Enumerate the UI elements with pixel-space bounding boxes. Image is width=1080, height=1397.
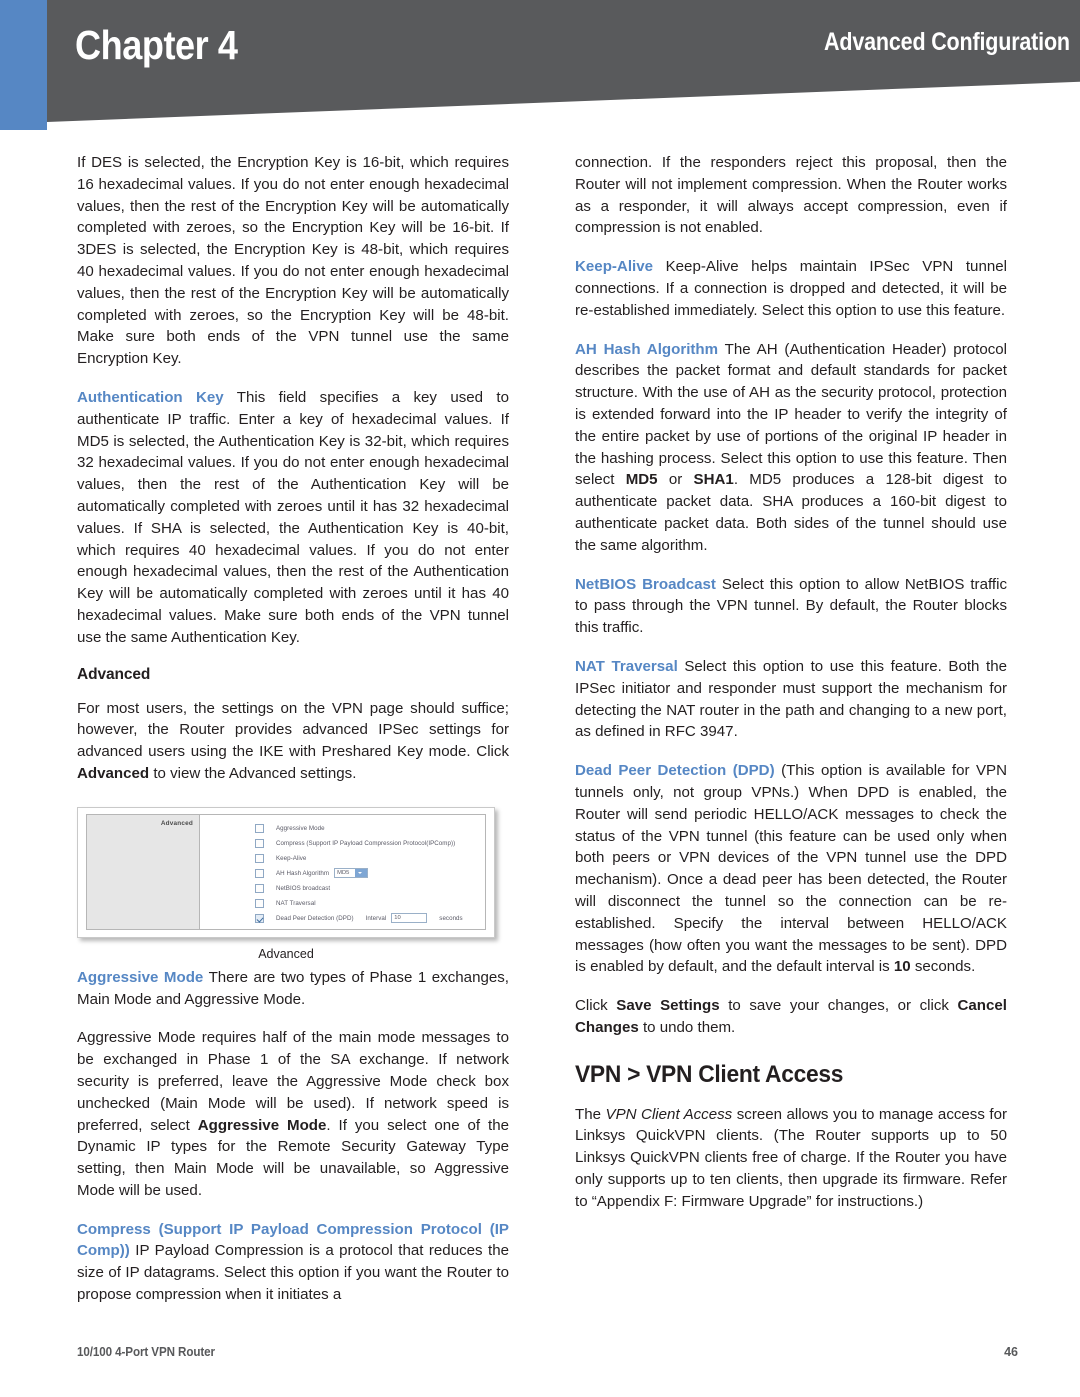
term-authentication-key: Authentication Key [77, 388, 224, 406]
option-row-ah-hash-algorithm[interactable]: AH Hash Algorithm MD5 [200, 866, 485, 881]
select-ah-hash-algorithm[interactable]: MD5 [334, 868, 369, 879]
bold-save-settings: Save Settings [616, 997, 720, 1015]
paragraph-text-part-1: The [575, 1105, 606, 1123]
heading-advanced: Advanced [77, 665, 151, 683]
chevron-down-icon [354, 869, 367, 878]
paragraph-text-part-1: (This option is available for VPN tunnel… [575, 762, 1007, 976]
checkbox-compress[interactable] [255, 838, 264, 848]
paragraph-text-part-1: Click [575, 997, 617, 1015]
footer-page-number: 46 [1004, 1345, 1018, 1359]
bold-aggressive-mode: Aggressive Mode [197, 1116, 327, 1134]
paragraph-ah-hash-algorithm: AH Hash Algorithm The AH (Authentication… [575, 339, 1007, 557]
interval-label: Interval [365, 914, 387, 922]
checkbox-aggressive-mode[interactable] [255, 823, 264, 833]
paragraph-des-encryption-key: If DES is selected, the Encryption Key i… [77, 152, 509, 370]
interval-input[interactable]: 10 [391, 913, 428, 924]
heading-vpn-client-access: VPN > VPN Client Access [575, 1060, 844, 1088]
paragraph-aggressive-mode: Aggressive Mode There are two types of P… [77, 967, 509, 1011]
figure-caption: Advanced [258, 946, 314, 961]
page-header: Chapter 4 Advanced Configuration [0, 0, 1080, 130]
paragraph-save-settings: Click Save Settings to save your changes… [575, 995, 1007, 1039]
term-dead-peer-detection: Dead Peer Detection (DPD) [575, 762, 775, 780]
option-label: Dead Peer Detection (DPD) [276, 914, 354, 922]
option-row-dead-peer-detection[interactable]: Dead Peer Detection (DPD) Interval 10 se… [200, 911, 485, 926]
bold-interval-value: 10 [893, 958, 911, 976]
right-column: connection. If the responders reject thi… [575, 152, 1007, 1213]
paragraph-text-part-2: to view the Advanced settings. [149, 764, 357, 782]
italic-vpn-client-access: VPN Client Access [605, 1105, 733, 1123]
paragraph-text-part-1: The AH (Authentication Header) protocol … [575, 340, 1008, 489]
paragraph-text-part-2: to save your changes, or click [719, 997, 958, 1015]
paragraph-netbios-broadcast: NetBIOS Broadcast Select this option to … [575, 574, 1007, 639]
paragraph-vpn-client-access: The VPN Client Access screen allows you … [575, 1104, 1007, 1213]
paragraph-compress: Compress (Support IP Payload Compression… [77, 1219, 509, 1306]
option-label: NAT Traversal [276, 899, 316, 907]
term-keep-alive: Keep-Alive [575, 258, 654, 276]
paragraph-connection-continued: connection. If the responders reject thi… [575, 152, 1007, 239]
paragraph-nat-traversal: NAT Traversal Select this option to use … [575, 656, 1007, 743]
paragraph-advanced-intro: For most users, the settings on the VPN … [77, 698, 509, 785]
term-netbios-broadcast: NetBIOS Broadcast [575, 575, 716, 593]
checkbox-dead-peer-detection[interactable] [255, 913, 264, 923]
header-section-title: Advanced Configuration [824, 28, 1070, 56]
term-aggressive-mode: Aggressive Mode [77, 968, 204, 986]
option-row-netbios-broadcast[interactable]: NetBIOS broadcast [200, 881, 485, 896]
paragraph-text: This field specifies a key used to authe… [77, 388, 509, 646]
option-row-keep-alive[interactable]: Keep-Alive [200, 851, 485, 866]
term-ah-hash-algorithm: AH Hash Algorithm [575, 340, 719, 358]
bold-sha1: SHA1 [693, 471, 734, 489]
checkbox-netbios-broadcast[interactable] [255, 883, 264, 893]
option-row-nat-traversal[interactable]: NAT Traversal [200, 896, 485, 911]
option-row-aggressive-mode[interactable]: Aggressive Mode [200, 821, 485, 836]
left-column: If DES is selected, the Encryption Key i… [77, 152, 509, 1306]
paragraph-text-part-3: to undo them. [638, 1018, 736, 1036]
chapter-title: Chapter 4 [75, 22, 238, 68]
option-label: AH Hash Algorithm [276, 869, 330, 877]
screenshot-pane-label: Advanced [160, 819, 193, 827]
term-nat-traversal: NAT Traversal [575, 657, 678, 675]
paragraph-aggressive-mode-detail: Aggressive Mode requires half of the mai… [77, 1027, 509, 1201]
paragraph-text-part-1: For most users, the settings on the VPN … [77, 699, 509, 761]
option-label: NetBIOS broadcast [276, 884, 331, 892]
screenshot-frame: Advanced Aggressive Mode Compress (Suppo… [77, 806, 495, 938]
checkbox-keep-alive[interactable] [255, 853, 264, 863]
footer-product-name: 10/100 4-Port VPN Router [77, 1345, 215, 1359]
select-value: MD5 [337, 870, 350, 877]
paragraph-authentication-key: Authentication Key This field specifies … [77, 387, 509, 649]
checkbox-ah-hash-algorithm[interactable] [255, 868, 264, 878]
paragraph-keep-alive: Keep-Alive Keep-Alive helps maintain IPS… [575, 256, 1007, 321]
paragraph-text: IP Payload Compression is a protocol tha… [77, 1242, 509, 1304]
screenshot-left-pane: Advanced [87, 814, 200, 929]
paragraph-text-part-2: or [657, 471, 694, 489]
bold-md5: MD5 [625, 471, 658, 489]
header-accent-bar [0, 0, 47, 130]
paragraph-text: If DES is selected, the Encryption Key i… [77, 154, 509, 368]
screenshot-options-list: Aggressive Mode Compress (Support IP Pay… [200, 815, 485, 929]
option-row-compress[interactable]: Compress (Support IP Payload Compression… [200, 836, 485, 851]
option-label: Aggressive Mode [276, 824, 325, 832]
figure-advanced-screenshot: Advanced Aggressive Mode Compress (Suppo… [77, 806, 501, 961]
paragraph-text: connection. If the responders reject thi… [575, 154, 1007, 237]
option-label: Compress (Support IP Payload Compression… [276, 839, 456, 847]
bold-advanced: Advanced [77, 764, 150, 782]
option-label: Keep-Alive [276, 854, 307, 862]
interval-unit-label: seconds [439, 914, 463, 922]
paragraph-dead-peer-detection: Dead Peer Detection (DPD) (This option i… [575, 760, 1007, 978]
screenshot-inner-panel: Advanced Aggressive Mode Compress (Suppo… [86, 813, 486, 930]
paragraph-text-part-2: seconds. [910, 958, 976, 976]
page-footer: 10/100 4-Port VPN Router 46 [77, 1345, 1018, 1359]
checkbox-nat-traversal[interactable] [255, 898, 264, 908]
